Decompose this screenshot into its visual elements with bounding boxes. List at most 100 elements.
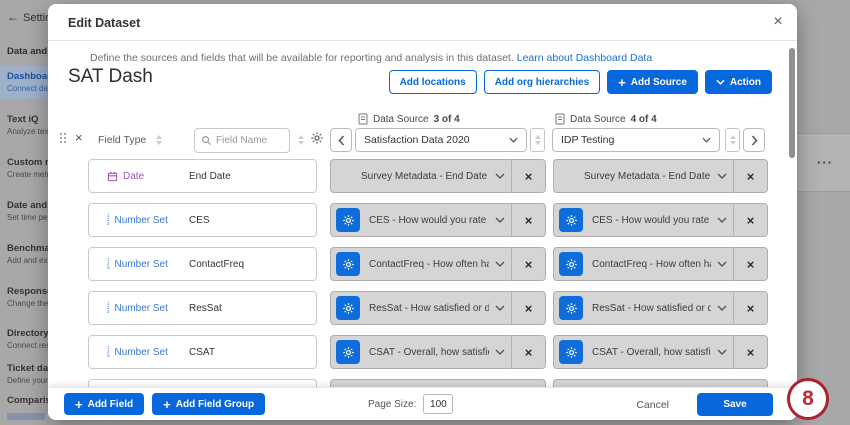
chevron-down-icon[interactable] (711, 261, 733, 267)
truncated-subtitle (7, 413, 45, 420)
search-icon (201, 135, 212, 146)
scoring-gear-button[interactable] (336, 296, 360, 320)
close-icon[interactable]: × (768, 12, 788, 32)
scoring-gear-button[interactable] (559, 252, 583, 276)
chevron-down-icon[interactable] (489, 173, 511, 179)
mapping-cell: ResSat - How satisfied or dissat... × (553, 291, 768, 325)
modal-description: Define the sources and fields that will … (90, 52, 652, 64)
add-field-button[interactable]: +Add Field (64, 393, 144, 415)
chevron-down-icon (509, 137, 518, 143)
remove-mapping-button[interactable]: × (734, 213, 767, 228)
chevron-down-icon (702, 137, 711, 143)
number-set-icon: 123 (107, 302, 110, 314)
vertical-scrollbar[interactable] (789, 48, 795, 158)
mapping-cell: CES - How would you rate the ... × (553, 203, 768, 237)
mapping-cell: Survey Metadata - End Date × (553, 159, 768, 193)
add-locations-button[interactable]: Add locations (389, 70, 477, 94)
remove-mapping-button[interactable]: × (512, 169, 545, 184)
save-button[interactable]: Save (697, 393, 773, 416)
remove-mapping-button[interactable]: × (512, 213, 545, 228)
field-card-ces[interactable]: 123 Number Set CES (88, 203, 317, 237)
annotation-step-badge: 8 (787, 378, 829, 420)
scoring-gear-button[interactable] (336, 340, 360, 364)
mapping-cell: ContactFreq - How often have ... × (330, 247, 546, 281)
more-options-icon: ··· (817, 155, 833, 170)
screen: ←Settings Data and analy Dashboard da Co… (0, 0, 850, 425)
action-button[interactable]: Action (705, 70, 772, 94)
add-field-group-button[interactable]: +Add Field Group (152, 393, 265, 415)
add-org-hierarchies-button[interactable]: Add org hierarchies (484, 70, 600, 94)
toolbar: Add locations Add org hierarchies +Add S… (389, 70, 772, 94)
field-name: ResSat (189, 303, 222, 314)
cancel-button[interactable]: Cancel (636, 399, 669, 411)
data-source-4-header: Data Source4 of 4 (555, 113, 657, 125)
sort-icon[interactable] (156, 135, 162, 145)
chevron-down-icon[interactable] (711, 349, 733, 355)
chevron-down-icon[interactable] (711, 173, 733, 179)
field-card-csat[interactable]: 123 Number Set CSAT (88, 335, 317, 369)
field-name: End Date (189, 171, 231, 182)
mapping-cell: CES - How would you rate the ... × (330, 203, 546, 237)
chevron-left-icon (338, 135, 345, 146)
remove-mapping-button[interactable]: × (734, 257, 767, 272)
chevron-down-icon[interactable] (489, 261, 511, 267)
source-sort-button[interactable] (725, 128, 740, 152)
field-type-label: Number Set (115, 347, 168, 358)
field-card-contactfreq[interactable]: 123 Number Set ContactFreq (88, 247, 317, 281)
remove-mapping-button[interactable]: × (734, 345, 767, 360)
dataset-name: SAT Dash (68, 66, 153, 88)
remove-mapping-button[interactable]: × (512, 345, 545, 360)
search-input[interactable] (216, 135, 280, 146)
chevron-down-icon[interactable] (489, 217, 511, 223)
remove-mapping-button[interactable]: × (734, 301, 767, 316)
back-arrow-icon: ← (7, 10, 19, 24)
number-set-icon: 123 (107, 258, 110, 270)
scoring-gear-button[interactable] (559, 296, 583, 320)
scoring-gear-button[interactable] (336, 208, 360, 232)
field-name: ContactFreq (189, 259, 244, 270)
next-sources-button[interactable] (743, 128, 765, 152)
gear-icon[interactable] (310, 131, 324, 150)
plus-icon: + (618, 76, 626, 89)
add-source-button[interactable]: +Add Source (607, 70, 698, 94)
remove-mapping-button[interactable]: × (512, 301, 545, 316)
remove-mapping-button[interactable]: × (512, 257, 545, 272)
plus-icon: + (75, 398, 83, 411)
modal-title: Edit Dataset (68, 16, 140, 30)
learn-about-dashboard-data-link[interactable]: Learn about Dashboard Data (517, 52, 652, 64)
clear-filter-icon[interactable]: × (75, 130, 83, 145)
number-set-icon: 123 (107, 214, 110, 226)
sort-icon[interactable] (298, 135, 304, 145)
source-sort-button[interactable] (530, 128, 545, 152)
mapping-cell: Survey Metadata - End Date × (330, 159, 546, 193)
dataset-card-more-options[interactable]: ··· (795, 133, 850, 192)
field-type-column-header: Field Type (98, 134, 146, 146)
chevron-down-icon[interactable] (489, 305, 511, 311)
drag-handle-icon[interactable] (60, 133, 67, 144)
field-name-search (194, 128, 290, 153)
field-name: CSAT (189, 347, 215, 358)
modal-footer: +Add Field +Add Field Group Page Size: C… (48, 387, 797, 420)
data-source-3-select[interactable]: Satisfaction Data 2020 (355, 128, 527, 152)
number-set-icon: 123 (107, 346, 110, 358)
field-card-ressat[interactable]: 123 Number Set ResSat (88, 291, 317, 325)
chevron-down-icon[interactable] (489, 349, 511, 355)
chevron-down-icon[interactable] (711, 217, 733, 223)
remove-mapping-button[interactable]: × (734, 169, 767, 184)
previous-sources-button[interactable] (330, 128, 352, 152)
survey-icon (555, 113, 565, 125)
chevron-right-icon (751, 135, 758, 146)
scoring-gear-button[interactable] (559, 208, 583, 232)
field-type-label: Number Set (115, 215, 168, 226)
page-size-input[interactable] (423, 394, 453, 414)
field-type-label: Number Set (115, 259, 168, 270)
scoring-gear-button[interactable] (559, 340, 583, 364)
data-source-4-select[interactable]: IDP Testing (552, 128, 720, 152)
scoring-gear-button[interactable] (336, 252, 360, 276)
page-size-label: Page Size: (368, 399, 416, 410)
field-card-end-date[interactable]: Date End Date (88, 159, 317, 193)
data-source-3-header: Data Source3 of 4 (358, 113, 460, 125)
chevron-down-icon (716, 79, 725, 85)
chevron-down-icon[interactable] (711, 305, 733, 311)
edit-dataset-modal: Edit Dataset × Define the sources and fi… (48, 4, 797, 420)
